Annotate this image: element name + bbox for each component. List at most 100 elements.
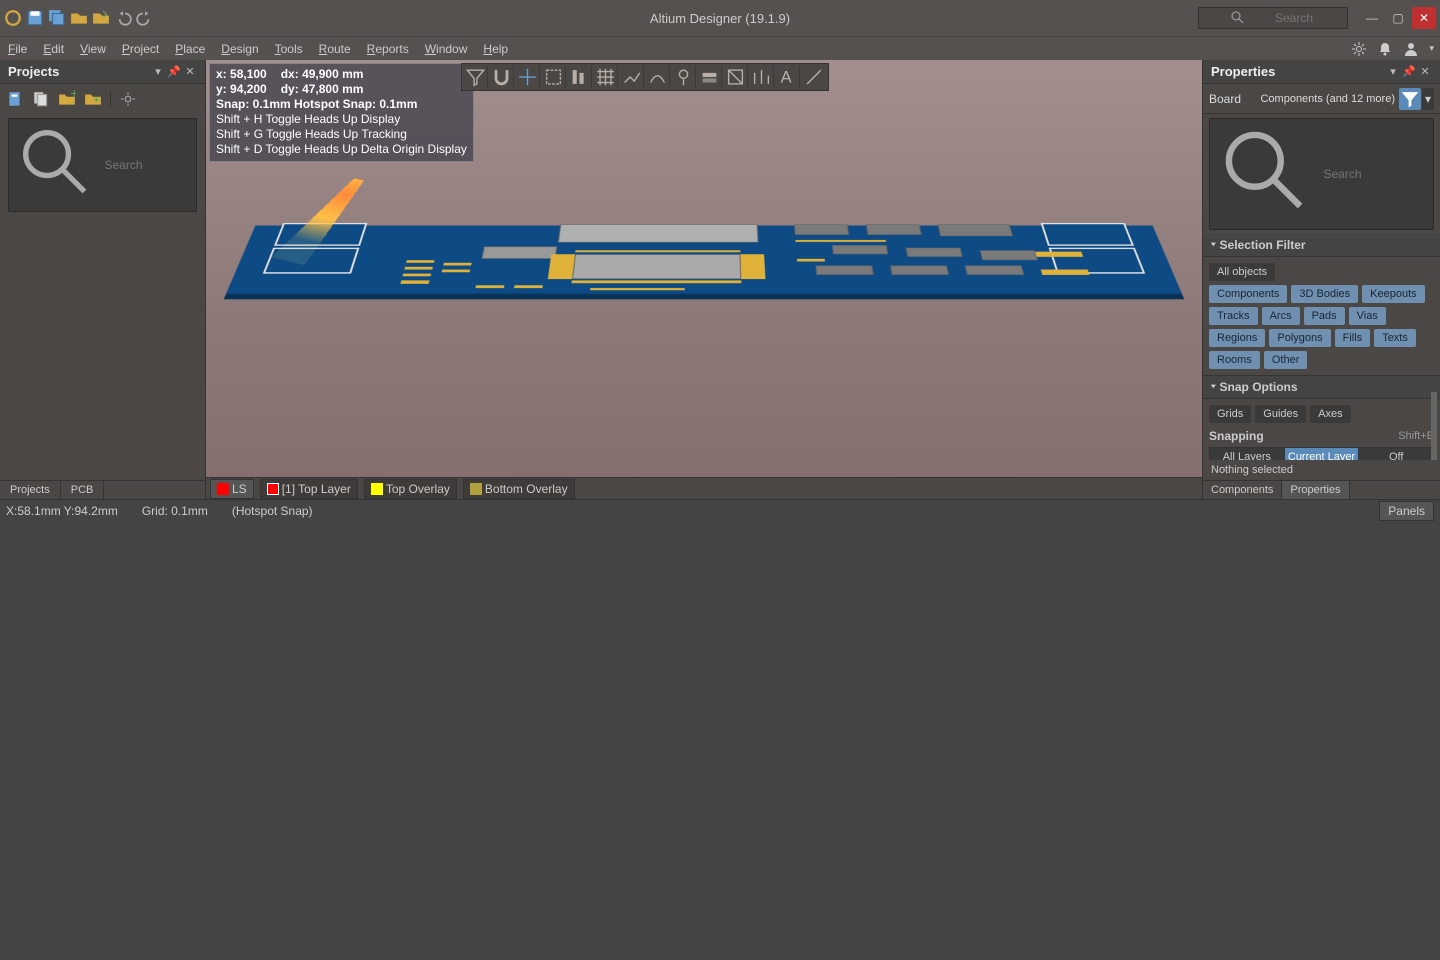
menu-window[interactable]: Window bbox=[417, 37, 476, 60]
user-dropdown-icon[interactable]: ▾ bbox=[1429, 43, 1434, 54]
right-tab-components[interactable]: Components bbox=[1203, 481, 1282, 499]
menu-file[interactable]: File bbox=[0, 37, 35, 60]
snap-layer-off[interactable]: Off bbox=[1359, 448, 1433, 461]
filter-all-objects[interactable]: All objects bbox=[1209, 263, 1275, 281]
menu-design[interactable]: Design bbox=[213, 37, 266, 60]
folder-down-icon[interactable] bbox=[84, 90, 102, 108]
snap-grids[interactable]: Grids bbox=[1209, 405, 1251, 423]
pin-icon[interactable] bbox=[672, 66, 696, 88]
snap-axes[interactable]: Axes bbox=[1310, 405, 1350, 423]
snap-layer-all-layers[interactable]: All Layers bbox=[1210, 448, 1285, 461]
search-icon bbox=[1205, 10, 1271, 26]
menu-edit[interactable]: Edit bbox=[35, 37, 72, 60]
panel-pin-icon[interactable]: 📌 bbox=[167, 65, 181, 79]
undo-icon[interactable] bbox=[114, 9, 132, 27]
projects-panel-title: Projects bbox=[8, 64, 151, 79]
projects-search-input[interactable] bbox=[105, 158, 191, 172]
filter-keepouts[interactable]: Keepouts bbox=[1362, 285, 1424, 303]
menu-view[interactable]: View bbox=[72, 37, 114, 60]
menu-project[interactable]: Project bbox=[114, 37, 167, 60]
app-logo-icon bbox=[4, 9, 22, 27]
layer-tabs: LS [1] Top Layer Top Overlay Bottom Over… bbox=[206, 477, 1202, 499]
add-folder-icon[interactable]: + bbox=[58, 90, 76, 108]
menu-place[interactable]: Place bbox=[167, 37, 213, 60]
panel-close-icon[interactable]: ✕ bbox=[1418, 65, 1432, 79]
filter-other[interactable]: Other bbox=[1264, 351, 1308, 369]
properties-search[interactable] bbox=[1209, 118, 1434, 230]
magnet-icon[interactable] bbox=[490, 66, 514, 88]
layer-icon[interactable] bbox=[698, 66, 722, 88]
layer-tab-ls[interactable]: LS bbox=[210, 479, 254, 499]
open-project-icon[interactable] bbox=[92, 9, 110, 27]
new-file-icon[interactable] bbox=[6, 90, 24, 108]
filter-polygons[interactable]: Polygons bbox=[1269, 329, 1330, 347]
right-tab-properties[interactable]: Properties bbox=[1282, 481, 1349, 499]
properties-search-input[interactable] bbox=[1324, 167, 1428, 181]
filter-arcs[interactable]: Arcs bbox=[1262, 307, 1300, 325]
projects-search[interactable] bbox=[8, 118, 197, 212]
save-all-icon[interactable] bbox=[48, 9, 66, 27]
projects-tree bbox=[0, 216, 205, 481]
left-tab-pcb[interactable]: PCB bbox=[61, 481, 105, 499]
filter-rooms[interactable]: Rooms bbox=[1209, 351, 1260, 369]
components-combo[interactable]: Components (and 12 more) bbox=[1260, 93, 1395, 105]
filter-icon[interactable] bbox=[464, 66, 488, 88]
pcb-3d-viewport[interactable]: x: 58,100dx: 49,900 mm y: 94,200dy: 47,8… bbox=[206, 60, 1202, 499]
global-search[interactable] bbox=[1198, 7, 1348, 29]
menu-help[interactable]: Help bbox=[475, 37, 516, 60]
status-coords: X:58.1mm Y:94.2mm bbox=[6, 504, 118, 518]
text-icon[interactable]: A bbox=[776, 66, 800, 88]
gear-icon[interactable] bbox=[1351, 41, 1367, 57]
filter-texts[interactable]: Texts bbox=[1374, 329, 1416, 347]
menu-reports[interactable]: Reports bbox=[359, 37, 417, 60]
redo-icon[interactable] bbox=[136, 9, 154, 27]
filter-components[interactable]: Components bbox=[1209, 285, 1287, 303]
panel-dropdown-icon[interactable]: ▾ bbox=[151, 65, 165, 79]
arc-icon[interactable] bbox=[646, 66, 670, 88]
board-label: Board bbox=[1209, 92, 1260, 106]
filter-vias[interactable]: Vias bbox=[1349, 307, 1386, 325]
selection-filter-header[interactable]: Selection Filter bbox=[1203, 234, 1440, 257]
filter-fills[interactable]: Fills bbox=[1335, 329, 1371, 347]
panels-button[interactable]: Panels bbox=[1379, 501, 1434, 521]
svg-text:A: A bbox=[781, 69, 792, 87]
move-icon[interactable] bbox=[516, 66, 540, 88]
bell-icon[interactable] bbox=[1377, 41, 1393, 57]
layer-tab-top-layer[interactable]: [1] Top Layer bbox=[260, 479, 358, 499]
snap-guides[interactable]: Guides bbox=[1255, 405, 1306, 423]
route-icon[interactable] bbox=[620, 66, 644, 88]
global-search-input[interactable] bbox=[1275, 11, 1341, 25]
settings-gear-icon[interactable] bbox=[119, 90, 137, 108]
layer-tab-bottom-overlay[interactable]: Bottom Overlay bbox=[463, 479, 575, 499]
menu-route[interactable]: Route bbox=[311, 37, 359, 60]
grid-icon[interactable] bbox=[594, 66, 618, 88]
close-button[interactable]: ✕ bbox=[1412, 7, 1436, 29]
filter-toggle-icon[interactable] bbox=[1399, 88, 1421, 110]
panel-close-icon[interactable]: ✕ bbox=[183, 65, 197, 79]
filter-3d-bodies[interactable]: 3D Bodies bbox=[1291, 285, 1358, 303]
select-rect-icon[interactable] bbox=[542, 66, 566, 88]
filter-pads[interactable]: Pads bbox=[1304, 307, 1345, 325]
snap-layer-current-layer[interactable]: Current Layer bbox=[1285, 448, 1360, 461]
panel-pin-icon[interactable]: 📌 bbox=[1402, 65, 1416, 79]
align-icon[interactable] bbox=[568, 66, 592, 88]
filter-regions[interactable]: Regions bbox=[1209, 329, 1265, 347]
save-icon[interactable] bbox=[26, 9, 44, 27]
open-icon[interactable] bbox=[70, 9, 88, 27]
line-icon[interactable] bbox=[802, 66, 826, 88]
documents-icon[interactable] bbox=[32, 90, 50, 108]
panel-dropdown-icon[interactable]: ▾ bbox=[1386, 65, 1400, 79]
filter-dropdown-icon[interactable]: ▾ bbox=[1422, 88, 1434, 110]
clearance-icon[interactable] bbox=[750, 66, 774, 88]
dimension-icon[interactable] bbox=[724, 66, 748, 88]
properties-scrollbar[interactable] bbox=[1431, 392, 1437, 461]
user-icon[interactable] bbox=[1403, 41, 1419, 57]
filter-tracks[interactable]: Tracks bbox=[1209, 307, 1258, 325]
minimize-button[interactable]: — bbox=[1360, 7, 1384, 29]
layer-tab-top-overlay[interactable]: Top Overlay bbox=[364, 479, 457, 499]
menu-tools[interactable]: Tools bbox=[267, 37, 311, 60]
maximize-button[interactable]: ▢ bbox=[1386, 7, 1410, 29]
projects-panel: Projects ▾ 📌 ✕ + Projects PCB bbox=[0, 60, 206, 499]
left-tab-projects[interactable]: Projects bbox=[0, 481, 61, 499]
snap-options-header[interactable]: Snap Options bbox=[1203, 376, 1440, 399]
